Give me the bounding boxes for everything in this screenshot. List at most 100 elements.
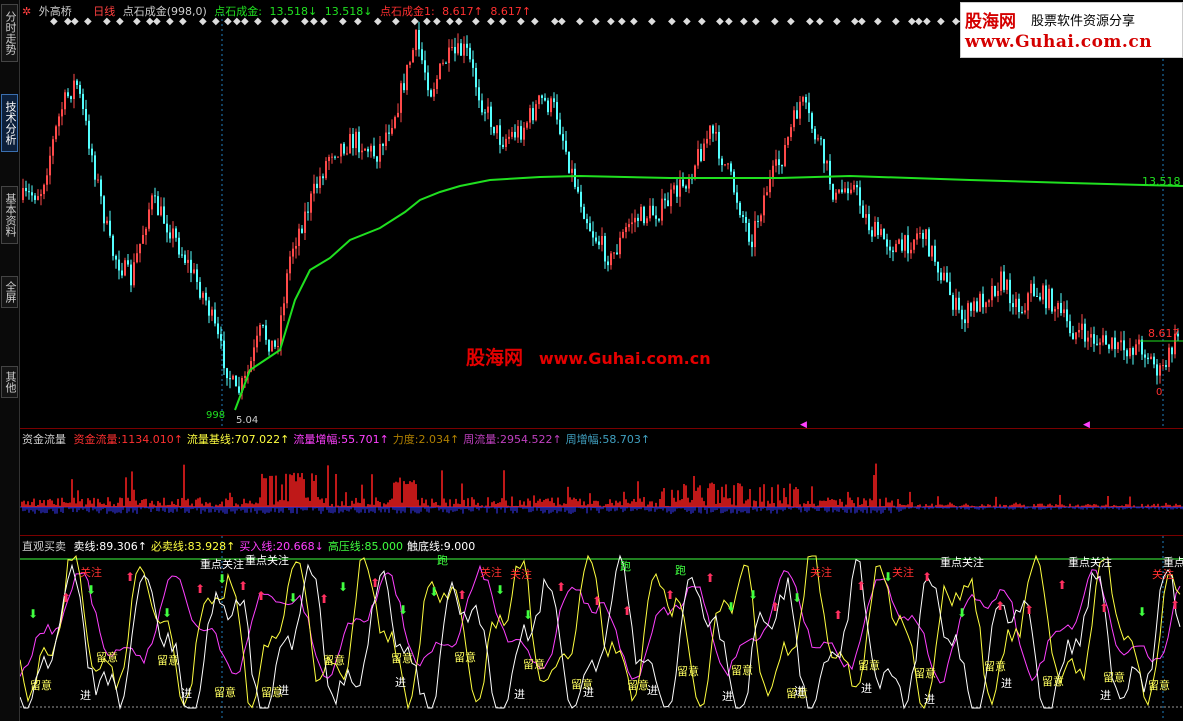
- candle-body: [88, 120, 90, 149]
- candle-body: [430, 90, 432, 97]
- sidebar: 分时走势 技术分析 基本资料 全屏 其他: [0, 0, 20, 721]
- candle-body: [634, 217, 636, 223]
- candle-body: [1015, 298, 1017, 308]
- candle-body: [1006, 279, 1008, 290]
- candle-body: [373, 145, 375, 157]
- candle-body: [1060, 303, 1062, 314]
- candle-body: [190, 259, 192, 273]
- trade-item-label: 必卖线:: [150, 540, 188, 553]
- candle-body: [460, 43, 462, 56]
- candle-body: [775, 159, 777, 166]
- candle-body: [220, 334, 222, 341]
- indicator-settings-icon[interactable]: ✲: [22, 5, 31, 18]
- tab-technical-analysis[interactable]: 技术分析: [1, 94, 18, 152]
- candle-body: [625, 227, 627, 232]
- candle-body: [673, 185, 675, 190]
- candle-body: [172, 228, 174, 239]
- candle-body: [937, 261, 939, 273]
- candle-body: [925, 229, 927, 239]
- tab-other[interactable]: 其他: [1, 366, 18, 398]
- buy-sell-pane[interactable]: 关注重点关注重点关注关注关注关注关注重点关注重点关注关注重点关注跑跑跑留意留意留…: [20, 536, 1183, 721]
- candle-body: [394, 117, 396, 128]
- enter-label: 进: [583, 686, 594, 699]
- candle-body: [325, 161, 327, 179]
- candle-body: [142, 235, 144, 244]
- candle-body: [202, 292, 204, 298]
- candle-body: [1126, 350, 1128, 357]
- signal-label: 重点关注: [1068, 555, 1112, 569]
- candle-body: [604, 235, 606, 262]
- candle-body: [940, 272, 942, 281]
- candle-body: [322, 176, 324, 179]
- candle-body: [1132, 348, 1134, 355]
- trade-item-value: 85.000: [364, 540, 404, 553]
- candle-body: [1099, 342, 1101, 345]
- candle-body: [553, 98, 555, 103]
- candle-body: [175, 228, 177, 238]
- candle-body: [379, 143, 381, 162]
- candle-body: [352, 133, 354, 149]
- candle-body: [367, 148, 369, 152]
- center-watermark-url: www.Guhai.com.cn: [538, 349, 711, 368]
- tab-intraday[interactable]: 分时走势: [1, 4, 18, 62]
- candle-body: [1090, 334, 1092, 338]
- watch-label: 留意: [323, 653, 345, 667]
- flow-item-label: 周增幅:: [565, 433, 603, 446]
- sell-arrow: ⬆: [195, 582, 205, 596]
- signal-label: 跑: [437, 553, 448, 567]
- sell-arrow: ⬆: [556, 580, 566, 594]
- tab-fullscreen[interactable]: 全屏: [1, 276, 18, 308]
- candle-body: [259, 325, 261, 336]
- candle-body: [907, 235, 909, 254]
- candle-body: [97, 179, 99, 181]
- watch-label: 留意: [627, 678, 649, 692]
- candle-body: [61, 109, 63, 117]
- candle-body: [535, 104, 537, 121]
- candle-body: [427, 72, 429, 91]
- flow-item-value: 2954.522↑: [499, 433, 562, 446]
- candle-body: [130, 264, 132, 286]
- candle-body: [805, 96, 807, 103]
- period-label[interactable]: 日线: [93, 5, 115, 18]
- flow-item-value: 2.034↑: [418, 433, 460, 446]
- enter-label: 进: [514, 688, 525, 701]
- candle-body: [139, 243, 141, 254]
- candle-body: [409, 62, 411, 65]
- candle-body: [43, 184, 45, 195]
- buy-sell-chart[interactable]: 关注重点关注重点关注关注关注关注关注重点关注重点关注关注重点关注跑跑跑留意留意留…: [20, 536, 1183, 721]
- candle-body: [1039, 296, 1041, 300]
- flow-item-label: 资金流量:: [73, 433, 122, 446]
- candle-body: [298, 228, 300, 246]
- candle-body: [769, 177, 771, 193]
- candle-body: [991, 285, 993, 301]
- candle-body: [28, 191, 30, 193]
- candle-body: [1063, 309, 1065, 314]
- candle-body: [316, 183, 318, 188]
- candle-body: [157, 196, 159, 216]
- candle-body: [1135, 344, 1137, 355]
- candle-body: [739, 202, 741, 215]
- trade-legend: 直观买卖 卖线:89.306↑ 必卖线:83.928↑ 买入线:20.668↓ 高压线…: [22, 538, 479, 554]
- candle-body: [103, 196, 105, 224]
- money-flow-pane[interactable]: 资金流量 资金流量:1134.010↑ 流量基线:707.022↑ 流量增幅:55.…: [20, 429, 1183, 536]
- candle-body: [397, 112, 399, 118]
- candle-body: [163, 206, 165, 224]
- tab-fundamentals[interactable]: 基本资料: [1, 186, 18, 244]
- candle-body: [127, 260, 129, 265]
- candle-body: [508, 136, 510, 139]
- signal-marker: ◆: [892, 16, 900, 27]
- watch-label: 留意: [157, 653, 179, 667]
- candle-body: [718, 131, 720, 159]
- candle-body: [514, 131, 516, 138]
- candle-body: [790, 127, 792, 138]
- flow-item-value: 707.022↑: [234, 433, 290, 446]
- candle-body: [871, 230, 873, 237]
- candle-body: [898, 239, 900, 244]
- candle-body: [1117, 342, 1119, 350]
- candle-body: [694, 165, 696, 179]
- candle-body: [520, 126, 522, 140]
- candle-body: [814, 128, 816, 140]
- signal-marker: ◆: [698, 16, 706, 27]
- center-watermark: 股海网 www.Guhai.com.cn: [466, 343, 711, 370]
- candle-body: [424, 60, 426, 73]
